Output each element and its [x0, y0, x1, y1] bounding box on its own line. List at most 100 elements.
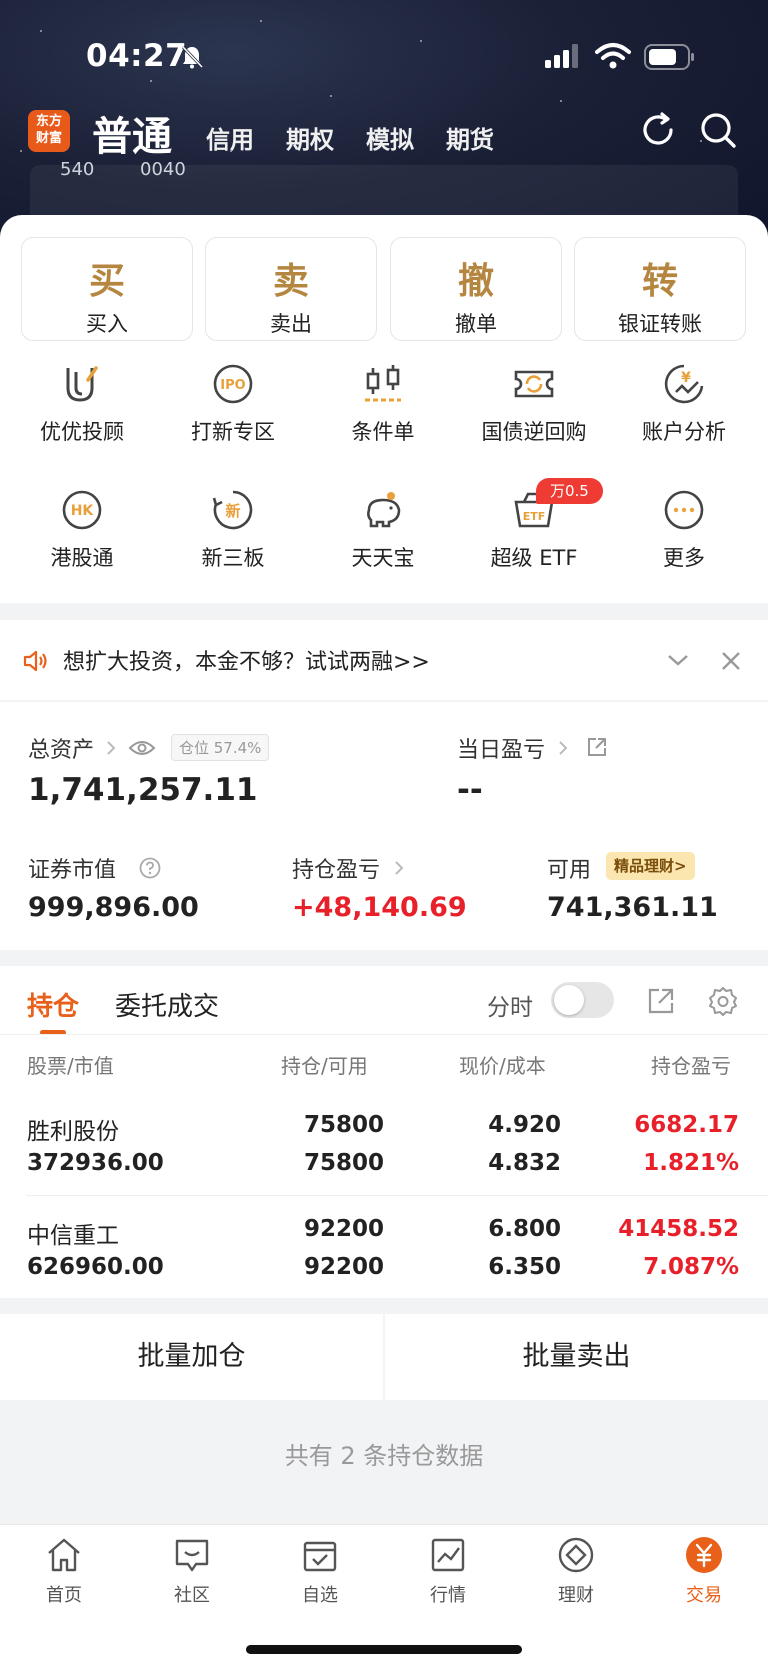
- feature-account-analysis[interactable]: ¥ 账户分析: [609, 362, 759, 446]
- uu-advisor-icon: [66, 366, 98, 402]
- home-indicator[interactable]: [246, 1645, 522, 1654]
- tab-options[interactable]: 期权: [286, 120, 334, 155]
- tabbar-trade[interactable]: 交易: [640, 1535, 768, 1607]
- search-icon[interactable]: [698, 110, 738, 150]
- gear-icon[interactable]: [707, 985, 739, 1017]
- neeq-icon-text: 新: [225, 502, 240, 520]
- holding-pnl-pct: 7.087%: [643, 1254, 739, 1280]
- stock-name: 中信重工: [27, 1223, 119, 1249]
- stock-market-value: 372936.00: [27, 1150, 164, 1176]
- status-time: 04:27: [86, 38, 188, 74]
- feature-more[interactable]: 更多: [609, 488, 759, 572]
- candlestick-icon: [365, 365, 401, 402]
- holding-pnl-value: +48,140.69: [292, 892, 467, 923]
- market-value-label: 证券市值: [28, 858, 117, 883]
- ipo-icon-text: IPO: [220, 378, 245, 393]
- margin-promo-banner[interactable]: 想扩大投资，本金不够？试试两融>>: [0, 620, 768, 700]
- holdings-count-text: 共有 2 条持仓数据: [284, 1442, 484, 1470]
- sell-glyph: 卖: [272, 260, 309, 302]
- cancel-label: 撤单: [455, 312, 497, 336]
- piggy-bank-icon: [367, 492, 401, 528]
- logo-text-2: 财富: [35, 131, 62, 146]
- tab-futures[interactable]: 期货: [446, 120, 494, 155]
- bond-repo-icon: [514, 370, 554, 398]
- feature-conditional-order[interactable]: 条件单: [308, 362, 458, 446]
- holding-pnl-label[interactable]: 持仓盈亏: [292, 852, 380, 884]
- intraday-label: 分时: [487, 995, 533, 1021]
- cellular-signal-icon: [545, 44, 578, 68]
- sell-button[interactable]: 卖 卖出: [205, 237, 377, 341]
- feature-ipo-zone[interactable]: IPO 打新专区: [158, 362, 308, 446]
- tab-credit[interactable]: 信用: [206, 120, 254, 155]
- stock-name: 胜利股份: [27, 1119, 119, 1145]
- batch-actions: 批量加仓 批量卖出: [0, 1314, 768, 1400]
- buy-button[interactable]: 买 买入: [21, 237, 193, 341]
- feature-neeq[interactable]: 新 新三板: [158, 488, 308, 572]
- feature-bond-repo[interactable]: 国债逆回购: [459, 362, 609, 446]
- available-value: 741,361.11: [547, 892, 718, 923]
- help-icon[interactable]: [139, 857, 161, 879]
- hk-icon-text: HK: [71, 503, 95, 519]
- feature-label: 条件单: [351, 420, 415, 444]
- daily-pnl-label[interactable]: 当日盈亏: [457, 732, 545, 764]
- tabbar-label: 交易: [686, 1585, 722, 1606]
- community-icon: [175, 1539, 209, 1572]
- close-icon[interactable]: [720, 650, 742, 672]
- status-bar: 04:27: [0, 0, 768, 110]
- speaker-icon: [23, 650, 47, 672]
- intraday-toggle[interactable]: [551, 982, 614, 1018]
- feature-uu-advisor[interactable]: 优优投顾: [7, 362, 157, 446]
- share-icon[interactable]: [586, 736, 608, 758]
- feature-hk-connect[interactable]: HK 港股通: [7, 488, 157, 572]
- market-value: 999,896.00: [28, 892, 199, 923]
- cancel-glyph: 撤: [457, 260, 494, 302]
- hk-connect-icon: HK: [62, 490, 102, 530]
- premium-wealth-tag[interactable]: 精品理财>: [606, 852, 695, 880]
- total-assets-label[interactable]: 总资产: [28, 732, 94, 764]
- etf-commission-badge: 万0.5: [536, 478, 603, 504]
- batch-sell-button[interactable]: 批量卖出: [385, 1314, 768, 1400]
- tab-normal[interactable]: 普通: [92, 104, 172, 162]
- tab-simulated[interactable]: 模拟: [366, 120, 414, 155]
- refresh-icon[interactable]: [638, 110, 678, 150]
- cancel-order-button[interactable]: 撤 撤单: [390, 237, 562, 341]
- feature-label: 超级 ETF: [490, 546, 578, 570]
- stock-market-value: 626960.00: [27, 1254, 164, 1280]
- share-icon[interactable]: [646, 986, 676, 1016]
- tabbar-label: 社区: [174, 1585, 210, 1606]
- neeq-icon: 新: [212, 490, 253, 530]
- tabbar-label: 行情: [430, 1585, 466, 1606]
- tab-holdings[interactable]: 持仓: [27, 986, 79, 1023]
- sell-label: 卖出: [270, 312, 312, 336]
- batch-add-button[interactable]: 批量加仓: [0, 1314, 383, 1400]
- feature-label: 天天宝: [351, 546, 415, 570]
- tabbar-watchlist[interactable]: 自选: [256, 1535, 384, 1607]
- header-divider: [0, 1034, 768, 1035]
- watchlist-icon: [303, 1541, 337, 1572]
- logo-text-1: 东方: [35, 114, 62, 129]
- trade-icon: [686, 1537, 722, 1573]
- feature-tiantianbao[interactable]: 天天宝: [308, 488, 458, 572]
- bank-transfer-button[interactable]: 转 银证转账: [574, 237, 746, 341]
- battery-icon: [644, 44, 694, 70]
- feature-label: 优优投顾: [40, 420, 124, 444]
- tabbar-home[interactable]: 首页: [0, 1535, 128, 1607]
- feature-label: 国债逆回购: [481, 420, 587, 444]
- banner-text[interactable]: 想扩大投资，本金不够？试试两融>>: [63, 644, 430, 676]
- tab-orders-trades[interactable]: 委托成交: [115, 986, 219, 1023]
- available-qty: 92200: [303, 1254, 384, 1280]
- ipo-icon: IPO: [213, 364, 253, 404]
- chevron-right-icon: [395, 861, 404, 875]
- holding-pnl-pct: 1.821%: [643, 1150, 739, 1176]
- chevron-down-icon[interactable]: [666, 650, 690, 670]
- buy-glyph: 买: [88, 260, 125, 302]
- asset-summary: 总资产 仓位 57.4% 1,741,257.11 当日盈亏 -- 证券市值 9…: [0, 702, 768, 950]
- tabbar-wealth[interactable]: 理财: [512, 1535, 640, 1607]
- row-divider: [26, 1195, 768, 1196]
- current-price: 6.800: [488, 1216, 561, 1242]
- tabbar-market[interactable]: 行情: [384, 1535, 512, 1607]
- col-price-header: 现价/成本: [459, 1054, 546, 1078]
- eye-icon[interactable]: [128, 738, 156, 758]
- tabbar-community[interactable]: 社区: [128, 1535, 256, 1607]
- feature-label: 港股通: [50, 546, 114, 570]
